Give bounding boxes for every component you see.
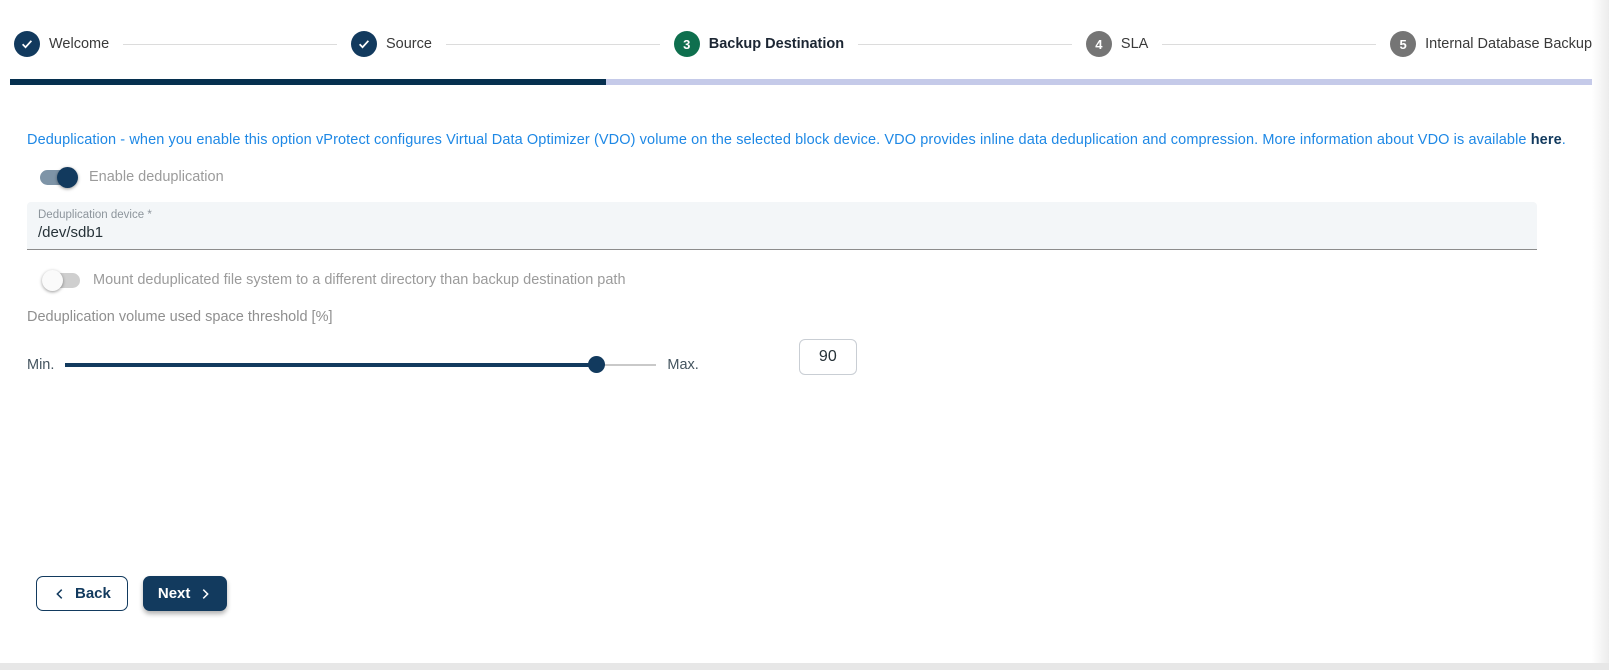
check-icon — [14, 31, 40, 57]
description-text: Deduplication - when you enable this opt… — [27, 132, 1531, 148]
threshold-value-input[interactable] — [799, 339, 857, 375]
chevron-left-icon — [53, 587, 67, 601]
back-button[interactable]: Back — [36, 576, 128, 611]
back-button-label: Back — [75, 585, 111, 602]
enable-deduplication-toggle[interactable] — [40, 170, 76, 185]
step-label: Welcome — [49, 36, 109, 52]
threshold-slider[interactable] — [65, 364, 656, 366]
next-button-label: Next — [158, 585, 191, 602]
check-icon — [351, 31, 377, 57]
deduplication-device-label: Deduplication device * — [38, 209, 1537, 221]
chevron-right-icon — [198, 587, 212, 601]
step-connector — [858, 44, 1072, 45]
wizard-actions: Back Next — [36, 576, 1609, 611]
threshold-label: Deduplication volume used space threshol… — [27, 309, 1609, 325]
step-label: Source — [386, 36, 432, 52]
step-number: 3 — [674, 31, 700, 57]
next-button[interactable]: Next — [143, 576, 228, 611]
enable-deduplication-label: Enable deduplication — [89, 169, 224, 185]
page-bottom-edge — [0, 663, 1609, 670]
slider-max-label: Max. — [667, 357, 698, 373]
step-number: 5 — [1390, 31, 1416, 57]
wizard-stepper: Welcome Source 3 Backup Destination 4 SL… — [0, 0, 1592, 57]
deduplication-device-input[interactable] — [38, 224, 1518, 241]
step-welcome[interactable]: Welcome — [14, 31, 109, 57]
enable-deduplication-row: Enable deduplication — [40, 169, 1609, 185]
step-backup-destination[interactable]: 3 Backup Destination — [674, 31, 844, 57]
step-label: Backup Destination — [709, 36, 844, 52]
step-connector — [123, 44, 337, 45]
threshold-slider-row: Min. Max. — [27, 347, 1609, 383]
mount-directory-label: Mount deduplicated file system to a diff… — [93, 272, 626, 288]
step-connector — [1162, 44, 1376, 45]
mount-directory-row: Mount deduplicated file system to a diff… — [44, 272, 1609, 288]
step-connector — [446, 44, 660, 45]
deduplication-description: Deduplication - when you enable this opt… — [27, 132, 1609, 148]
backup-destination-panel: Deduplication - when you enable this opt… — [0, 85, 1609, 611]
step-internal-database-backup[interactable]: 5 Internal Database Backup — [1390, 31, 1592, 57]
step-label: Internal Database Backup — [1425, 36, 1592, 52]
step-label: SLA — [1121, 36, 1148, 52]
page-right-edge — [1592, 0, 1609, 663]
step-sla[interactable]: 4 SLA — [1086, 31, 1148, 57]
toggle-thumb — [57, 167, 78, 188]
slider-min-label: Min. — [27, 357, 54, 373]
threshold-slider-fill — [65, 363, 597, 367]
mount-directory-toggle[interactable] — [44, 273, 80, 288]
step-source[interactable]: Source — [351, 31, 432, 57]
toggle-thumb — [42, 270, 63, 291]
description-suffix: . — [1562, 132, 1566, 148]
threshold-slider-thumb[interactable] — [588, 356, 605, 373]
deduplication-device-field[interactable]: Deduplication device * — [27, 202, 1537, 250]
here-link[interactable]: here — [1531, 132, 1562, 148]
step-number: 4 — [1086, 31, 1112, 57]
